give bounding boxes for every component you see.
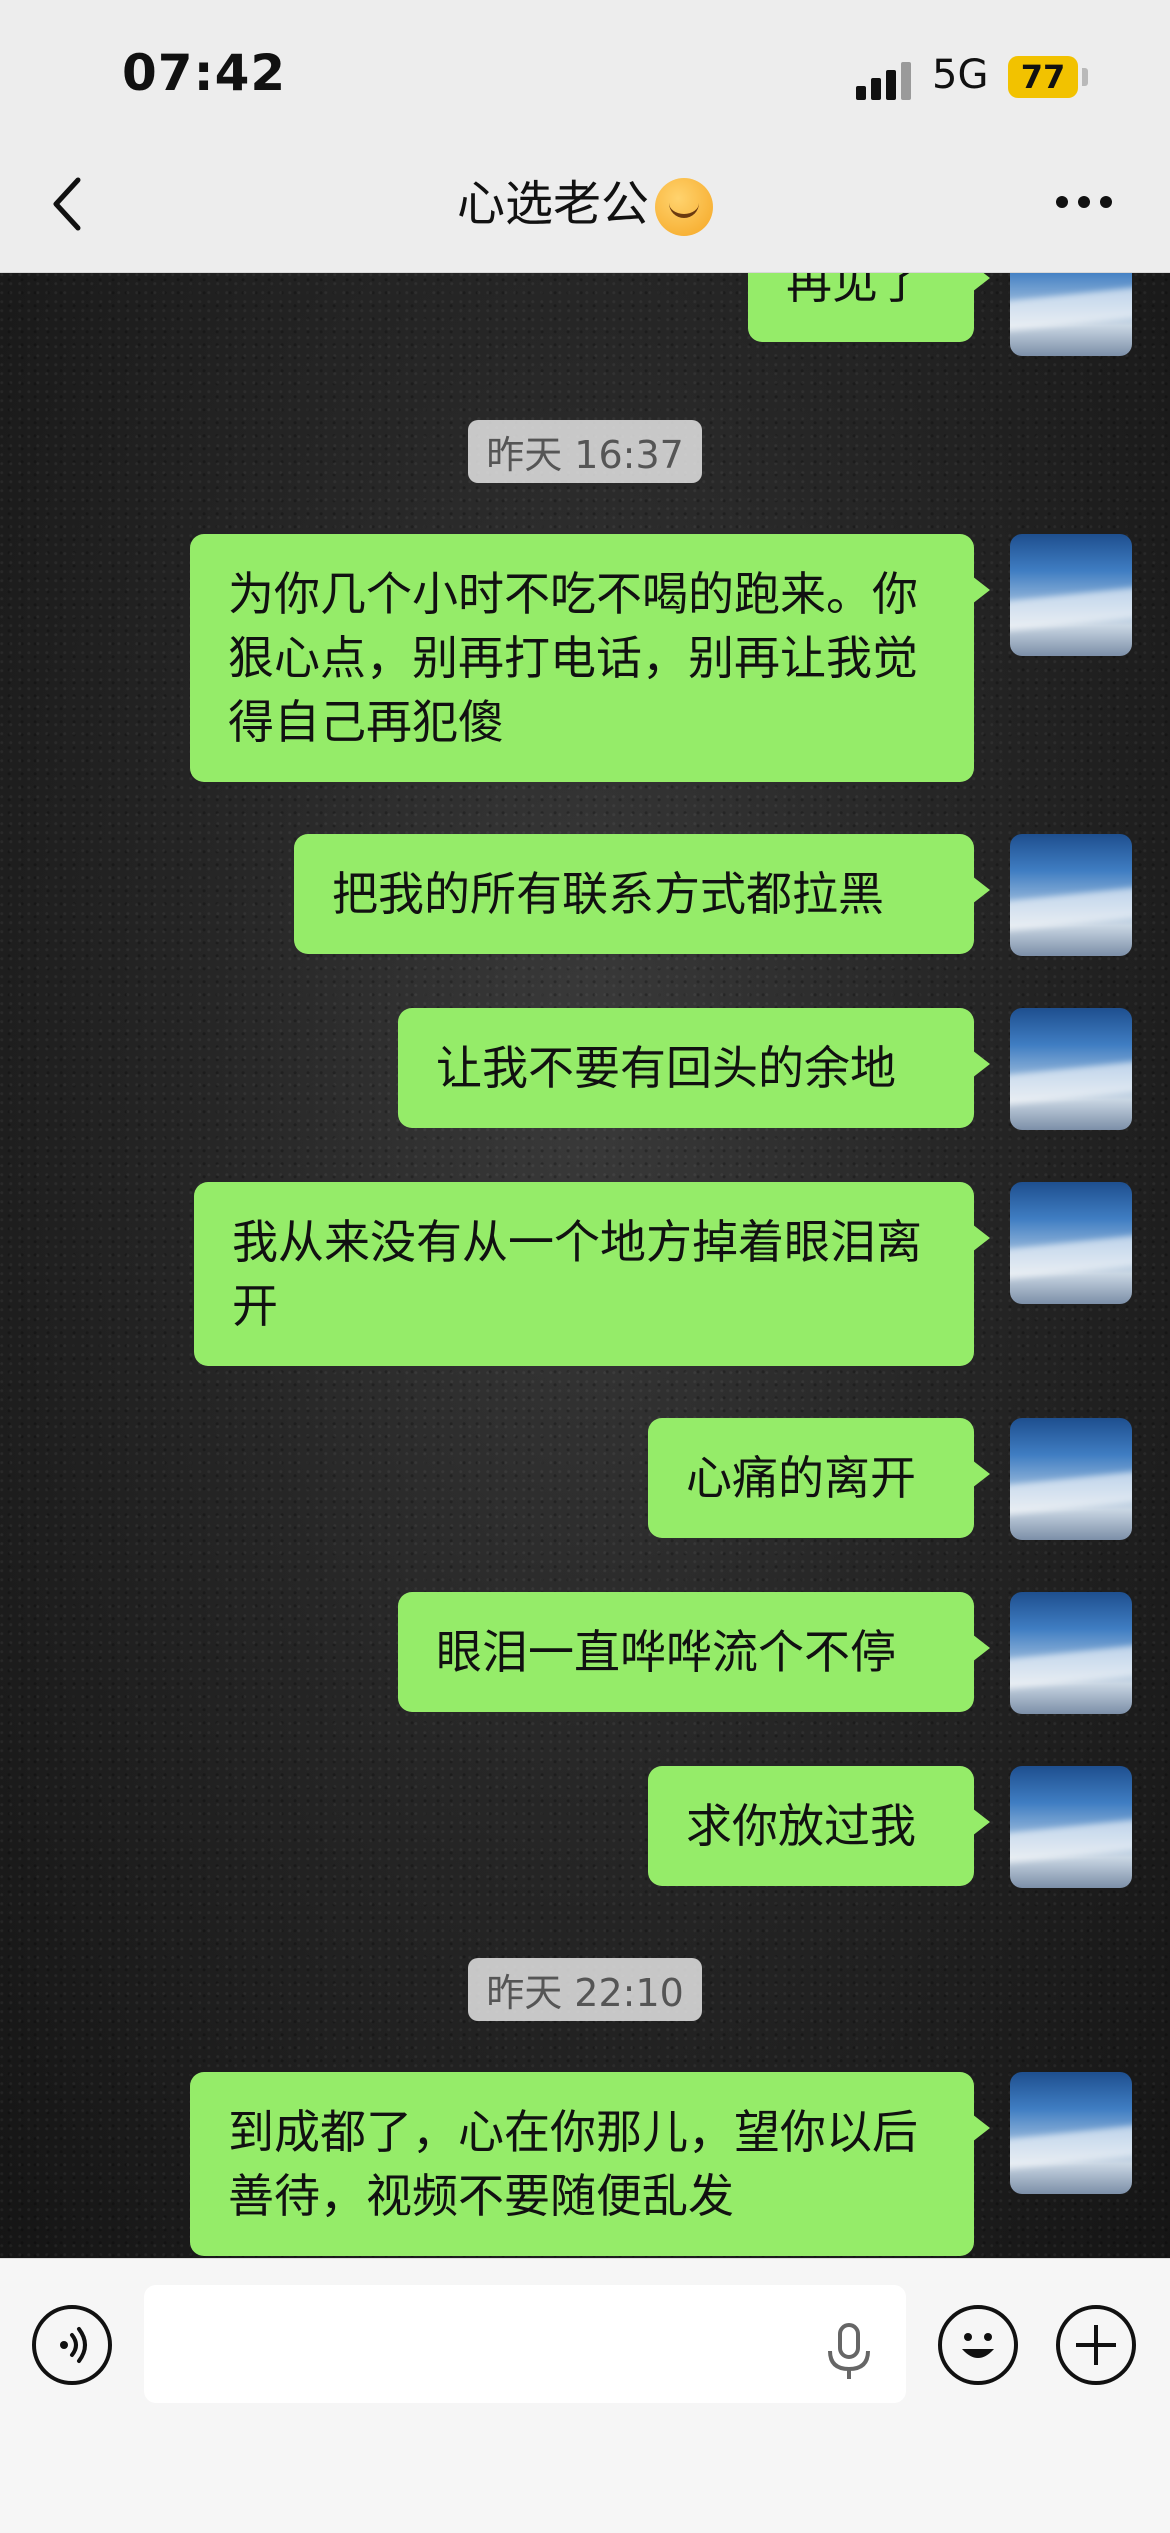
message-text: 眼泪一直哗哗流个不停 — [436, 1625, 896, 1679]
message-bubble[interactable]: 到成都了，心在你那儿，望你以后善待，视频不要随便乱发 — [190, 2072, 990, 2256]
message-text: 到成都了，心在你那儿，望你以后善待，视频不要随便乱发 — [228, 2105, 918, 2223]
avatar[interactable] — [1010, 1766, 1132, 1888]
message-bubble[interactable]: 把我的所有联系方式都拉黑 — [294, 834, 990, 954]
message-text: 让我不要有回头的余地 — [436, 1041, 896, 1095]
mic-icon[interactable] — [814, 2317, 884, 2387]
message-bubble[interactable]: 心痛的离开 — [648, 1418, 990, 1538]
avatar[interactable] — [1010, 1418, 1132, 1540]
message-bubble[interactable]: 再见了 — [748, 272, 990, 342]
message-input[interactable] — [144, 2285, 906, 2403]
message-text: 心痛的离开 — [686, 1451, 916, 1505]
signal-icon — [856, 60, 916, 100]
battery-cap — [1082, 68, 1088, 86]
timestamp: 昨天 16:37 — [0, 420, 1170, 483]
avatar[interactable] — [1010, 2072, 1132, 2194]
chat-title: 心选老公 — [0, 172, 1170, 236]
message-text: 我从来没有从一个地方掉着眼泪离开 — [232, 1215, 922, 1333]
network-label: 5G — [932, 52, 989, 98]
message-bubble[interactable]: 眼泪一直哗哗流个不停 — [398, 1592, 990, 1712]
message-text: 再见了 — [786, 272, 924, 309]
emoji-icon[interactable] — [938, 2305, 1018, 2385]
message-bubble[interactable]: 求你放过我 — [648, 1766, 990, 1886]
message-bubble[interactable]: 我从来没有从一个地方掉着眼泪离开 — [194, 1182, 990, 1366]
smiling-hearts-emoji-icon — [655, 178, 713, 236]
message-text: 求你放过我 — [686, 1799, 916, 1853]
voice-icon[interactable] — [32, 2305, 112, 2385]
status-time: 07:42 — [122, 44, 287, 102]
message-bubble[interactable]: 为你几个小时不吃不喝的跑来。你狠心点，别再打电话，别再让我觉得自己再犯傻 — [190, 534, 990, 782]
plus-icon[interactable] — [1056, 2305, 1136, 2385]
timestamp: 昨天 22:10 — [0, 1958, 1170, 2021]
avatar[interactable] — [1010, 834, 1132, 956]
message-text: 把我的所有联系方式都拉黑 — [332, 867, 884, 921]
chat-title-text: 心选老公 — [456, 176, 649, 232]
battery-level: 77 — [1020, 58, 1066, 96]
avatar[interactable] — [1010, 534, 1132, 656]
battery-icon: 77 — [1008, 56, 1078, 98]
input-bar — [0, 2258, 1170, 2533]
avatar[interactable] — [1010, 1182, 1132, 1304]
message-text: 为你几个小时不吃不喝的跑来。你狠心点，别再打电话，别再让我觉得自己再犯傻 — [228, 567, 918, 749]
chat-area[interactable]: 再见了 昨天 16:37 为你几个小时不吃不喝的跑来。你狠心点，别再打电话，别再… — [0, 272, 1170, 2258]
avatar[interactable] — [1010, 1592, 1132, 1714]
avatar[interactable] — [1010, 1008, 1132, 1130]
avatar[interactable] — [1010, 272, 1132, 356]
top-bar: 07:42 5G 77 心选老公 — [0, 0, 1170, 273]
more-dots-icon[interactable] — [1056, 196, 1112, 212]
message-bubble[interactable]: 让我不要有回头的余地 — [398, 1008, 990, 1128]
